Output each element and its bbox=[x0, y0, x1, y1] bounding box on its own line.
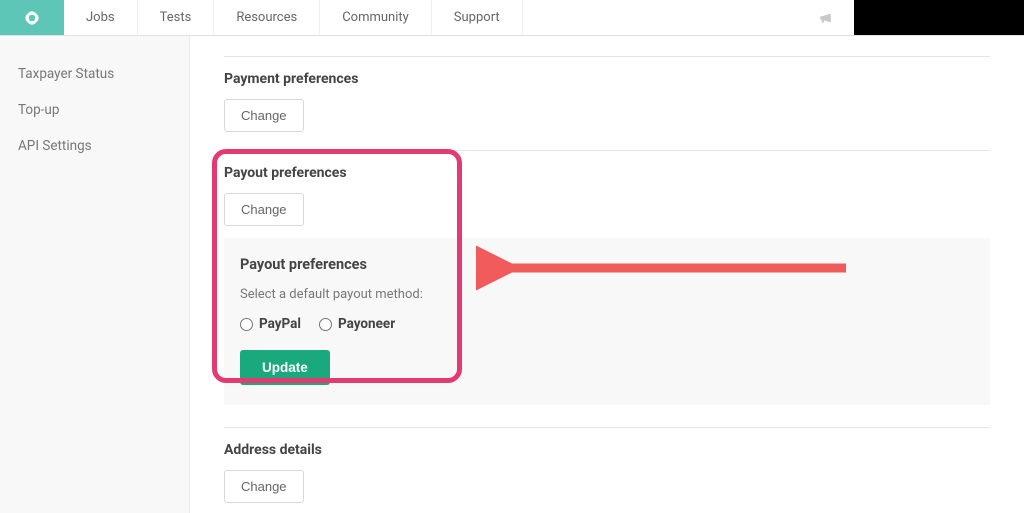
user-menu[interactable] bbox=[854, 0, 1024, 35]
section-address-details: Address details Change bbox=[224, 428, 990, 513]
sidebar: Taxpayer Status Top-up API Settings bbox=[0, 36, 190, 513]
payout-panel-description: Select a default payout method: bbox=[240, 287, 974, 302]
nav-resources[interactable]: Resources bbox=[214, 0, 320, 35]
nav-tests[interactable]: Tests bbox=[138, 0, 215, 35]
payout-option-payoneer-label: Payoneer bbox=[338, 316, 395, 332]
address-change-button[interactable]: Change bbox=[224, 470, 304, 503]
main-content: Payment preferences Change Payout prefer… bbox=[190, 36, 1024, 513]
payment-change-button[interactable]: Change bbox=[224, 99, 304, 132]
payout-radio-paypal[interactable] bbox=[240, 318, 253, 331]
logo[interactable] bbox=[0, 0, 64, 35]
announcements-icon[interactable] bbox=[800, 9, 854, 27]
layout: Taxpayer Status Top-up API Settings Paym… bbox=[0, 36, 1024, 513]
payout-preferences-title: Payout preferences bbox=[224, 165, 990, 181]
nav-jobs[interactable]: Jobs bbox=[64, 0, 138, 35]
payout-preferences-panel: Payout preferences Select a default payo… bbox=[224, 238, 990, 405]
payout-option-payoneer[interactable]: Payoneer bbox=[319, 316, 395, 332]
sidebar-item-api-settings[interactable]: API Settings bbox=[0, 128, 189, 164]
nav-community[interactable]: Community bbox=[320, 0, 432, 35]
payout-preferences-group: Payout preferences Change Payout prefere… bbox=[224, 151, 990, 405]
payout-method-options: PayPal Payoneer bbox=[240, 316, 974, 332]
megaphone-icon bbox=[818, 9, 836, 27]
payout-change-button[interactable]: Change bbox=[224, 193, 304, 226]
payout-radio-payoneer[interactable] bbox=[319, 318, 332, 331]
payout-option-paypal[interactable]: PayPal bbox=[240, 316, 301, 332]
section-payment-preferences: Payment preferences Change bbox=[224, 57, 990, 150]
topbar-right bbox=[800, 0, 1024, 35]
payout-option-paypal-label: PayPal bbox=[259, 316, 301, 332]
payout-panel-title: Payout preferences bbox=[240, 256, 974, 273]
payout-update-button[interactable]: Update bbox=[240, 350, 330, 385]
topbar: Jobs Tests Resources Community Support bbox=[0, 0, 1024, 36]
section-payout-preferences: Payout preferences Change bbox=[224, 151, 990, 238]
nav-support[interactable]: Support bbox=[432, 0, 523, 35]
logo-icon bbox=[19, 5, 45, 31]
address-details-title: Address details bbox=[224, 442, 990, 458]
payment-preferences-title: Payment preferences bbox=[224, 71, 990, 87]
sidebar-item-taxpayer-status[interactable]: Taxpayer Status bbox=[0, 56, 189, 92]
sidebar-item-top-up[interactable]: Top-up bbox=[0, 92, 189, 128]
